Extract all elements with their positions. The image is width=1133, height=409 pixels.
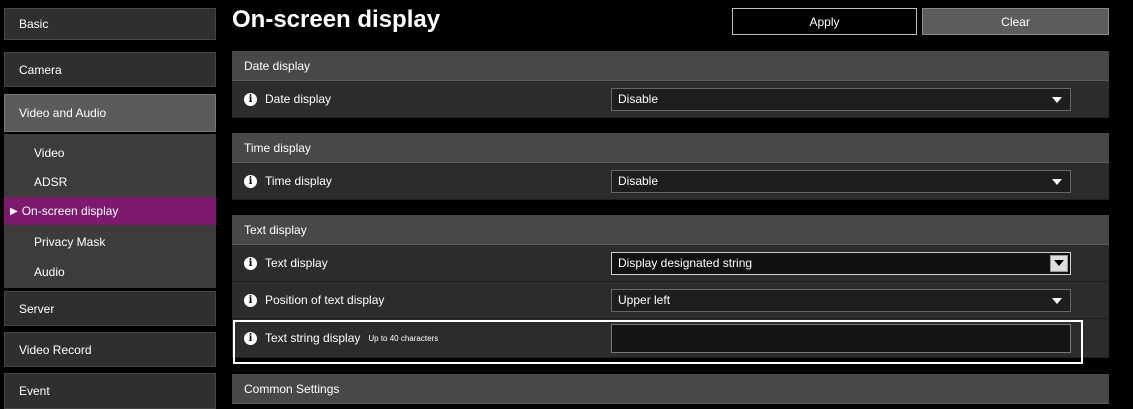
row-position-text-display: i Position of text display Upper left <box>232 282 1109 319</box>
position-text-display-label: Position of text display <box>265 293 385 307</box>
row-time-display: i Time display Disable <box>232 163 1109 200</box>
date-display-select[interactable]: Disable <box>611 87 1071 111</box>
section-date-display: Date display i Date display Disable <box>232 51 1109 118</box>
nav-camera[interactable]: Camera <box>4 52 216 87</box>
position-text-display-value: Upper left <box>618 293 671 307</box>
main-panel: On-screen display Apply Clear Date displ… <box>219 0 1133 409</box>
nav-basic[interactable]: Basic <box>4 8 216 40</box>
page-title: On-screen display <box>232 6 441 33</box>
info-icon[interactable]: i <box>244 331 257 345</box>
nav-sub-audio[interactable]: Audio <box>4 258 216 286</box>
nav-sub-on-screen-display-label: On-screen display <box>21 204 119 218</box>
nav-sub-adsr[interactable]: ADSR <box>4 168 216 196</box>
date-display-label: Date display <box>265 92 332 106</box>
row-date-display: i Date display Disable <box>232 81 1109 118</box>
info-icon[interactable]: i <box>244 174 257 188</box>
dropdown-caret-icon <box>1052 96 1062 103</box>
info-icon[interactable]: i <box>244 92 257 106</box>
dropdown-caret-icon <box>1052 297 1062 304</box>
nav-sub-video[interactable]: Video <box>4 139 216 167</box>
nav-video-and-audio[interactable]: Video and Audio <box>4 94 216 132</box>
row-text-display: i Text display Display designated string <box>232 245 1109 282</box>
section-time-display: Time display i Time display Disable <box>232 133 1109 200</box>
position-text-display-select[interactable]: Upper left <box>611 288 1071 312</box>
clear-button[interactable]: Clear <box>922 8 1109 35</box>
date-display-value: Disable <box>618 92 659 106</box>
nav-video-record[interactable]: Video Record <box>4 332 216 367</box>
section-header-date: Date display <box>232 51 1109 81</box>
section-header-text: Text display <box>232 215 1109 245</box>
sidebar: Basic Camera Video and Audio Video ADSR … <box>0 0 219 409</box>
dropdown-caret-icon <box>1050 254 1068 272</box>
section-common-settings: Common Settings <box>232 374 1109 404</box>
section-header-common: Common Settings <box>232 374 1109 404</box>
nav-submenu: Video ADSR ▶ On-screen display Privacy M… <box>4 134 216 288</box>
text-display-label: Text display <box>265 256 328 270</box>
nav-sub-on-screen-display[interactable]: ▶ On-screen display <box>4 197 216 225</box>
section-text-display: Text display i Text display Display desi… <box>232 215 1109 358</box>
apply-button[interactable]: Apply <box>732 8 917 35</box>
info-icon[interactable]: i <box>244 293 257 307</box>
row-text-string-display: i Text string display Up to 40 character… <box>232 319 1109 358</box>
text-string-display-label: Text string display <box>265 331 361 345</box>
nav-server[interactable]: Server <box>4 291 216 326</box>
info-icon[interactable]: i <box>244 256 257 270</box>
active-arrow-icon: ▶ <box>10 205 18 217</box>
section-header-time: Time display <box>232 133 1109 163</box>
time-display-value: Disable <box>618 174 659 188</box>
dropdown-caret-icon <box>1052 178 1062 185</box>
text-display-value: Display designated string <box>618 256 753 270</box>
nav-sub-privacy-mask[interactable]: Privacy Mask <box>4 228 216 256</box>
nav-event[interactable]: Event <box>4 373 216 409</box>
text-string-hint: Up to 40 characters <box>368 333 439 343</box>
time-display-select[interactable]: Disable <box>611 169 1071 193</box>
text-string-input[interactable] <box>611 323 1071 353</box>
time-display-label: Time display <box>265 174 332 188</box>
text-display-select[interactable]: Display designated string <box>611 251 1071 275</box>
